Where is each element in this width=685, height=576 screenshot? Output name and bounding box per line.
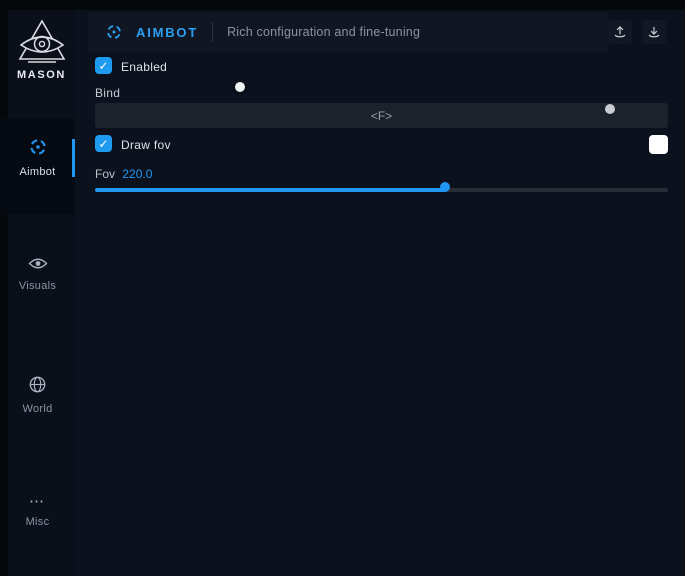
brand-name: MASON <box>8 69 75 81</box>
sidebar-item-aimbot[interactable]: Aimbot <box>0 137 75 178</box>
section-header: AIMBOT Rich configuration and fine-tunin… <box>88 12 608 52</box>
download-icon <box>646 24 662 40</box>
fov-value-row: Fov 220.0 <box>95 167 152 181</box>
ellipsis-icon: ⋯ <box>29 492 46 512</box>
sidebar-item-visuals[interactable]: Visuals <box>0 256 75 292</box>
fov-label: Fov <box>95 167 115 181</box>
fov-slider[interactable] <box>95 188 668 192</box>
upload-icon <box>612 24 628 40</box>
fov-slider-thumb[interactable] <box>440 182 450 192</box>
enabled-checkbox[interactable]: ✓ <box>95 57 112 74</box>
cursor-dot-secondary <box>605 104 615 114</box>
brand-logo: MASON <box>8 18 75 81</box>
globe-icon <box>28 375 47 395</box>
page-subtitle: Rich configuration and fine-tuning <box>227 25 420 39</box>
eye-icon <box>28 256 48 276</box>
export-config-button[interactable] <box>608 20 632 44</box>
main-panel: AIMBOT Rich configuration and fine-tunin… <box>75 10 685 576</box>
sidebar-item-misc[interactable]: ⋯ Misc <box>0 492 75 528</box>
crosshair-icon <box>105 23 123 41</box>
sidebar-item-label: Visuals <box>0 280 75 292</box>
check-icon: ✓ <box>98 137 108 151</box>
app-window: MASON Aimbot Visuals World <box>0 0 685 576</box>
draw-fov-label: Draw fov <box>121 138 171 152</box>
bind-key-input[interactable]: <F> <box>95 103 668 128</box>
eye-pyramid-logo-icon <box>16 18 68 66</box>
bind-key-value: <F> <box>371 109 392 123</box>
check-icon: ✓ <box>98 59 108 73</box>
cursor-dot <box>235 82 245 92</box>
sidebar-item-label: Aimbot <box>0 166 75 178</box>
fov-value: 220.0 <box>122 167 152 181</box>
header-divider <box>212 22 213 42</box>
bind-label: Bind <box>95 86 120 100</box>
page-title: AIMBOT <box>136 25 198 40</box>
draw-fov-checkbox[interactable]: ✓ <box>95 135 112 152</box>
sidebar-item-label: Misc <box>0 516 75 528</box>
fov-color-swatch[interactable] <box>649 135 668 154</box>
import-config-button[interactable] <box>642 20 666 44</box>
sidebar-item-label: World <box>0 403 75 415</box>
crosshair-icon <box>28 137 48 157</box>
fov-slider-fill <box>95 188 445 192</box>
enabled-label: Enabled <box>121 60 167 74</box>
sidebar-item-world[interactable]: World <box>0 375 75 415</box>
